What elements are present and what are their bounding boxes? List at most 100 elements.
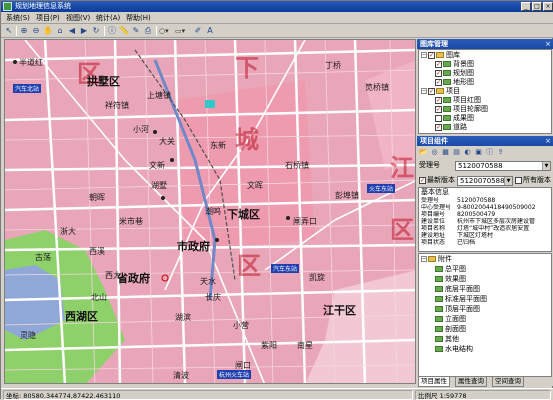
attachments-label: 附件: [438, 255, 452, 263]
bookmark-icon[interactable]: ▣: [474, 148, 483, 157]
pan-icon[interactable]: ✋: [43, 26, 53, 36]
attachment-label: 顶层平面图: [445, 305, 480, 313]
attachment-item[interactable]: 立面图: [435, 315, 466, 324]
layer-tree-item[interactable]: − ✓ 项目: [421, 87, 460, 96]
info-row[interactable]: 项目名称 灯塔“城中村”改造农居安置: [421, 225, 551, 232]
version-combo[interactable]: 5120070588_1 ▼: [457, 176, 513, 186]
attachment-item[interactable]: 底层平面图: [435, 285, 480, 294]
attachment-item[interactable]: 水电结构: [435, 345, 473, 354]
menu-statistics[interactable]: 统计(A): [93, 12, 123, 24]
info-row[interactable]: 建设地址 下城区灯塔村: [421, 232, 551, 239]
select-icon[interactable]: ↖: [4, 26, 14, 36]
table-icon[interactable]: ▤: [452, 148, 461, 157]
tab-project-properties[interactable]: 项目属性: [418, 377, 450, 387]
layer-tree-item[interactable]: ✓ 地形图: [435, 78, 474, 87]
bus-station-tag[interactable]: 火车东站: [367, 184, 396, 193]
attachment-item[interactable]: 顶层平面图: [435, 305, 480, 314]
layer-tree-item[interactable]: ✓ 道路: [435, 123, 467, 132]
checkbox-checked-icon[interactable]: ✓: [435, 69, 442, 77]
edit-icon[interactable]: ✐: [193, 26, 203, 36]
open-icon[interactable]: 📂: [419, 148, 428, 157]
project-marker[interactable]: [205, 100, 215, 108]
maximize-button[interactable]: □: [532, 2, 542, 11]
bus-station-tag[interactable]: 汽车北站: [13, 84, 42, 93]
chevron-down-icon[interactable]: ▼: [504, 177, 512, 185]
draw-shape-dropdown[interactable]: ▭▾: [175, 26, 185, 36]
attachment-label: 立面图: [445, 315, 466, 323]
info-row[interactable]: 项目状态 已归档: [421, 239, 551, 246]
collapse-icon[interactable]: −: [421, 88, 427, 94]
back-icon[interactable]: ◀: [67, 26, 77, 36]
measure-icon[interactable]: 📏: [119, 26, 129, 36]
attachment-item[interactable]: 标准层平面图: [435, 295, 487, 304]
minimize-button[interactable]: _: [521, 2, 531, 11]
checkbox-checked-icon[interactable]: ✓: [435, 105, 442, 113]
folder-green-icon: [435, 346, 443, 352]
attachments-root[interactable]: − 附件: [421, 255, 452, 264]
layer-tree-item[interactable]: 成果图: [435, 114, 474, 123]
info-row[interactable]: 中心受理号 9-8002004418490509002: [421, 204, 551, 211]
attachment-item[interactable]: 总平图: [435, 265, 466, 274]
chevron-down-icon[interactable]: ▼: [542, 162, 550, 170]
export-icon[interactable]: ⇪: [496, 148, 505, 157]
latest-version-checkbox[interactable]: ✓: [419, 176, 426, 184]
layers-icon[interactable]: ▦: [441, 148, 450, 157]
menu-project[interactable]: 项目(P): [33, 12, 63, 24]
info-row[interactable]: 项目编号 8200500479: [421, 211, 551, 218]
text-icon[interactable]: A: [205, 26, 215, 36]
identify-icon[interactable]: ⓘ: [107, 26, 117, 36]
tab-spatial-query[interactable]: 空间查询: [492, 377, 524, 387]
layer-tree-item[interactable]: ✓ 规划图: [435, 69, 474, 78]
place-label: 大关: [159, 137, 175, 146]
refresh-icon[interactable]: ↻: [91, 26, 101, 36]
collapse-icon[interactable]: −: [421, 52, 427, 58]
menu-view[interactable]: 视图(V): [63, 12, 93, 24]
checkbox-checked-icon[interactable]: ✓: [435, 96, 442, 104]
map-view[interactable]: 下 城 区 江 区 区 拱墅区 下城区 西湖区 江干区 市政府 省政府 半道红 …: [4, 39, 416, 384]
district-big-label: 区: [237, 252, 261, 280]
close-button[interactable]: ×: [543, 2, 553, 11]
menu-help[interactable]: 帮助(H): [123, 12, 154, 24]
checkbox-checked-icon[interactable]: ✓: [435, 60, 442, 68]
info-row[interactable]: 建设单位 杭州市下城区多层次房建设管: [421, 218, 551, 225]
district-big-label: 江: [390, 154, 414, 182]
bus-station-tag[interactable]: 汽车东站: [271, 264, 300, 273]
layer-tree-item[interactable]: ✓ 项目轮廓图: [435, 105, 488, 114]
checkbox-checked-icon[interactable]: ✓: [435, 123, 442, 131]
forward-icon[interactable]: ▶: [79, 26, 89, 36]
tab-attribute-query[interactable]: 属性查询: [455, 377, 487, 387]
checkbox-checked-icon[interactable]: ✓: [428, 51, 435, 59]
collapse-icon[interactable]: −: [421, 256, 427, 262]
toolbar-separator: [16, 26, 17, 36]
record-combo[interactable]: 5120070588 ▼: [455, 161, 551, 171]
attachment-item[interactable]: 其他: [435, 335, 459, 344]
draw-circle-dropdown[interactable]: ○▾: [159, 26, 169, 36]
full-extent-icon[interactable]: ⌂: [55, 26, 65, 36]
info-icon[interactable]: ⓘ: [485, 148, 494, 157]
zoom-out-icon[interactable]: ⊖: [31, 26, 41, 36]
locate-icon[interactable]: ◎: [430, 148, 439, 157]
attachment-item[interactable]: 效果图: [435, 275, 466, 284]
layer-tree-item[interactable]: − ✓ 图库: [421, 51, 460, 60]
attachment-item[interactable]: 剖面图: [435, 325, 466, 334]
checkbox-unchecked-icon[interactable]: [435, 114, 442, 122]
close-icon[interactable]: ×: [545, 136, 551, 146]
folder-icon: [436, 52, 444, 58]
draw-icon[interactable]: ✎: [131, 26, 141, 36]
checkbox-checked-icon[interactable]: ✓: [428, 87, 435, 95]
menu-system[interactable]: 系统(S): [3, 12, 33, 24]
layer-tree-item[interactable]: ✓ 背景图: [435, 60, 474, 69]
bus-station-tag[interactable]: 杭州火车站: [217, 370, 252, 379]
print-icon[interactable]: ⎙: [143, 26, 153, 36]
highlight-icon[interactable]: ◐: [463, 148, 472, 157]
attachment-label: 总平图: [445, 265, 466, 273]
all-versions-checkbox[interactable]: [515, 176, 522, 184]
layer-label: 地形图: [453, 78, 474, 86]
place-label: 西溪: [89, 247, 105, 256]
layer-tree-item[interactable]: ✓ 项目红图: [435, 96, 481, 105]
info-row[interactable]: 受理号 5120070588: [421, 197, 551, 204]
close-icon[interactable]: ×: [545, 39, 551, 49]
checkbox-checked-icon[interactable]: ✓: [435, 78, 442, 86]
place-label: 上塘镇: [147, 91, 171, 100]
zoom-in-icon[interactable]: ⊕: [19, 26, 29, 36]
